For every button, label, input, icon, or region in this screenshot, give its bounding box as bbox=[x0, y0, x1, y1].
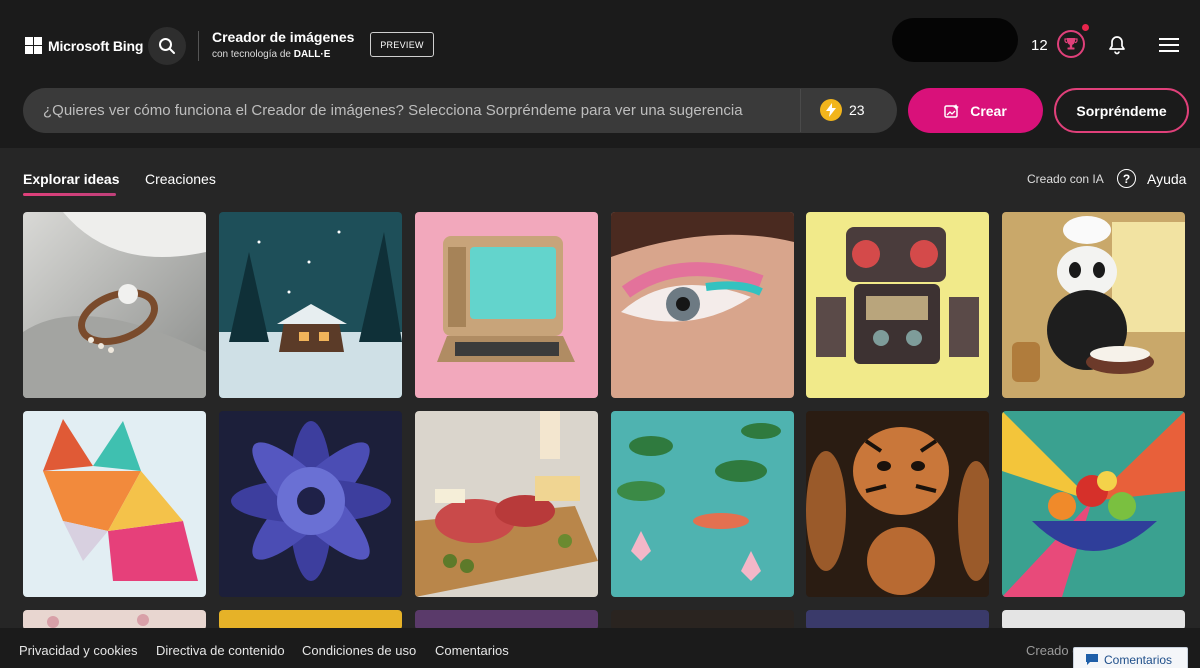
footer-link-content-policy[interactable]: Directiva de contenido bbox=[156, 643, 285, 658]
pearl-ring-image bbox=[23, 212, 206, 398]
microsoft-bing-logo[interactable]: Microsoft Bing bbox=[25, 37, 143, 54]
gallery-tile-retro-computer[interactable] bbox=[415, 212, 598, 398]
create-button[interactable]: Crear bbox=[908, 88, 1043, 133]
gallery-tile-fruit-bowl[interactable] bbox=[1002, 411, 1185, 597]
help-link[interactable]: Ayuda bbox=[1147, 171, 1186, 187]
gallery-tile-eye-makeup[interactable] bbox=[611, 212, 794, 398]
footer-link-terms[interactable]: Condiciones de uso bbox=[302, 643, 416, 658]
search-button[interactable] bbox=[148, 27, 186, 65]
search-icon bbox=[159, 38, 175, 54]
boost-lightning-icon[interactable] bbox=[820, 99, 842, 121]
robot-image bbox=[806, 212, 989, 398]
gallery-tile-blue-dahlia[interactable] bbox=[219, 411, 402, 597]
bell-icon[interactable] bbox=[1108, 35, 1126, 60]
footer: Privacidad y cookies Directiva de conten… bbox=[0, 628, 1200, 668]
create-button-label: Crear bbox=[970, 102, 1007, 119]
snowy-cabin-image bbox=[219, 212, 402, 398]
prompt-input[interactable] bbox=[43, 88, 783, 133]
gallery-tile-paper-fox[interactable] bbox=[23, 411, 206, 597]
gallery-tile-tiger-figurines[interactable] bbox=[806, 411, 989, 597]
app-title: Creador de imágenes bbox=[212, 29, 355, 45]
windows-logo-icon bbox=[25, 37, 42, 54]
night-sky-image bbox=[806, 610, 989, 630]
rewards-trophy-icon[interactable] bbox=[1057, 30, 1085, 58]
help-icon[interactable]: ? bbox=[1117, 169, 1136, 188]
notification-dot bbox=[1082, 24, 1089, 31]
gallery-tile-partial-6[interactable] bbox=[1002, 610, 1185, 630]
chat-bubble-icon bbox=[1086, 654, 1098, 665]
app-title-block: Creador de imágenes con tecnología de DA… bbox=[212, 29, 354, 60]
koi-pond-image bbox=[611, 411, 794, 597]
rewards-count[interactable]: 12 bbox=[1031, 37, 1048, 54]
feedback-button[interactable]: Comentarios bbox=[1073, 647, 1188, 668]
hamburger-menu-icon[interactable] bbox=[1159, 37, 1179, 58]
gallery-tile-partial-5[interactable] bbox=[806, 610, 989, 630]
light-image bbox=[1002, 610, 1185, 630]
preview-badge: PREVIEW bbox=[370, 32, 434, 57]
footer-made-with-text: Creado c bbox=[1026, 643, 1079, 658]
blue-dahlia-image bbox=[219, 411, 402, 597]
gallery-tile-partial-2[interactable] bbox=[219, 610, 402, 630]
gallery-tile-snowy-cabin[interactable] bbox=[219, 212, 402, 398]
eye-makeup-image bbox=[611, 212, 794, 398]
prompt-box: 23 bbox=[23, 88, 897, 133]
tab-explore-ideas[interactable]: Explorar ideas bbox=[23, 171, 120, 187]
gallery-tile-partial-3[interactable] bbox=[415, 610, 598, 630]
active-tab-indicator bbox=[23, 193, 116, 196]
create-image-icon bbox=[944, 103, 960, 118]
gallery-tile-robot[interactable] bbox=[806, 212, 989, 398]
prompt-divider bbox=[800, 89, 801, 132]
footer-link-privacy[interactable]: Privacidad y cookies bbox=[19, 643, 138, 658]
charcuterie-board-image bbox=[415, 411, 598, 597]
paper-fox-image bbox=[23, 411, 206, 597]
gallery-tile-partial-4[interactable] bbox=[611, 610, 794, 630]
yellow-image bbox=[219, 610, 402, 630]
made-with-ai-link[interactable]: Creado con IA bbox=[1027, 172, 1104, 186]
feedback-button-label: Comentarios bbox=[1104, 652, 1173, 667]
bing-image-creator-page: Microsoft Bing Creador de imágenes con t… bbox=[0, 0, 1200, 668]
brand-name: Microsoft Bing bbox=[48, 37, 144, 54]
app-subtitle: con tecnología de DALL·E bbox=[212, 49, 331, 60]
gallery-tile-partial-1[interactable] bbox=[23, 610, 206, 630]
gallery-tile-charcuterie-board[interactable] bbox=[415, 411, 598, 597]
boosts-count: 23 bbox=[849, 102, 865, 118]
footer-link-feedback[interactable]: Comentarios bbox=[435, 643, 509, 658]
floral-image bbox=[23, 610, 206, 630]
gallery-tile-koi-pond[interactable] bbox=[611, 411, 794, 597]
retro-computer-image bbox=[415, 212, 598, 398]
dark-image bbox=[611, 610, 794, 630]
gallery-tile-pearl-ring[interactable] bbox=[23, 212, 206, 398]
user-account-redacted[interactable] bbox=[892, 18, 1018, 62]
gallery-tile-panda-chef[interactable] bbox=[1002, 212, 1185, 398]
tiger-figurines-image bbox=[806, 411, 989, 597]
panda-chef-image bbox=[1002, 212, 1185, 398]
tab-creations[interactable]: Creaciones bbox=[145, 171, 216, 187]
purple-image bbox=[415, 610, 598, 630]
surprise-me-button[interactable]: Sorpréndeme bbox=[1054, 88, 1189, 133]
header-divider bbox=[198, 31, 199, 61]
fruit-bowl-image bbox=[1002, 411, 1185, 597]
